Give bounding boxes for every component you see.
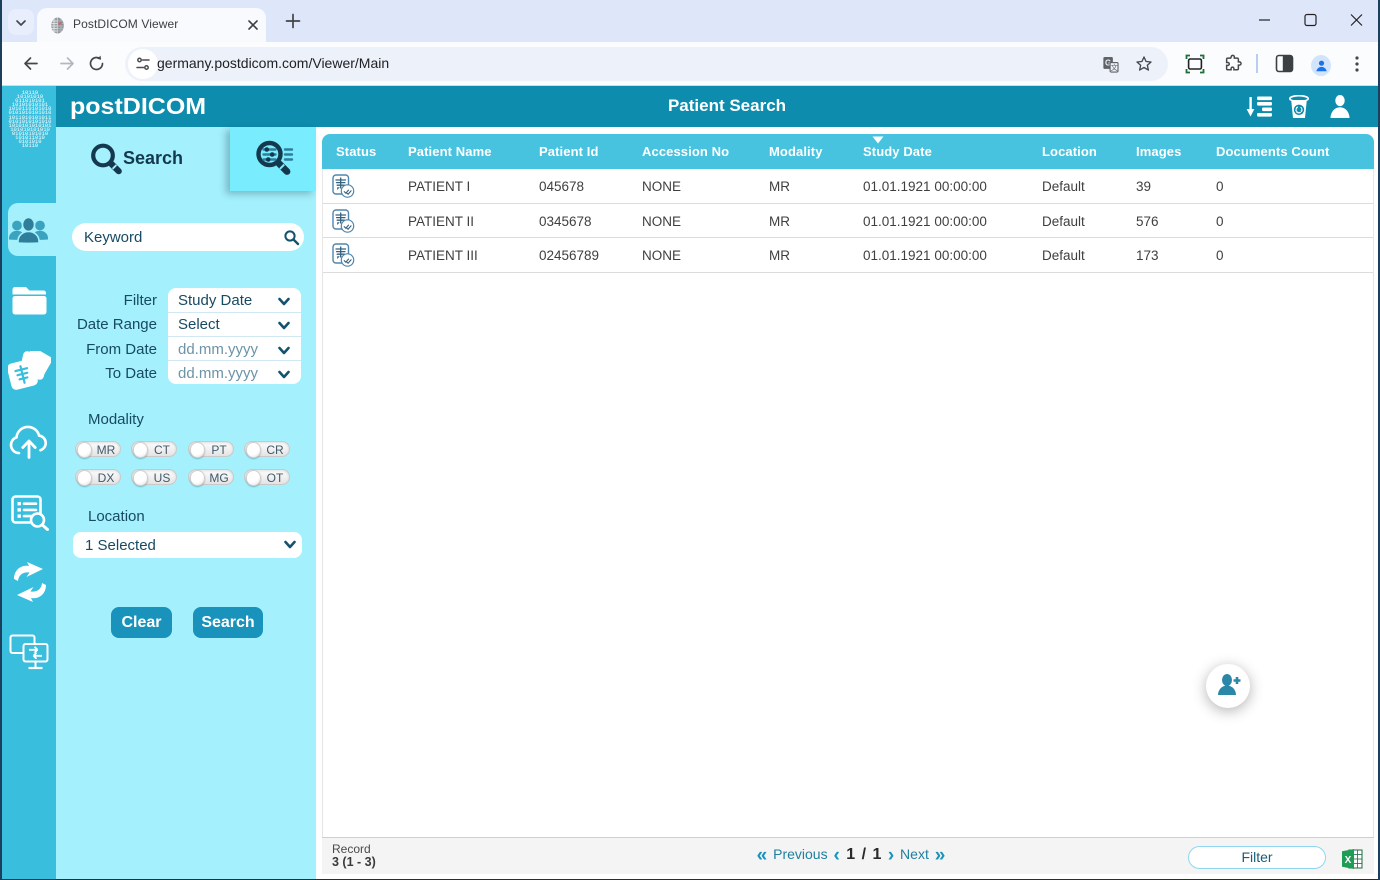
svg-text:文: 文	[1111, 63, 1118, 72]
svg-text:X: X	[1345, 855, 1352, 866]
